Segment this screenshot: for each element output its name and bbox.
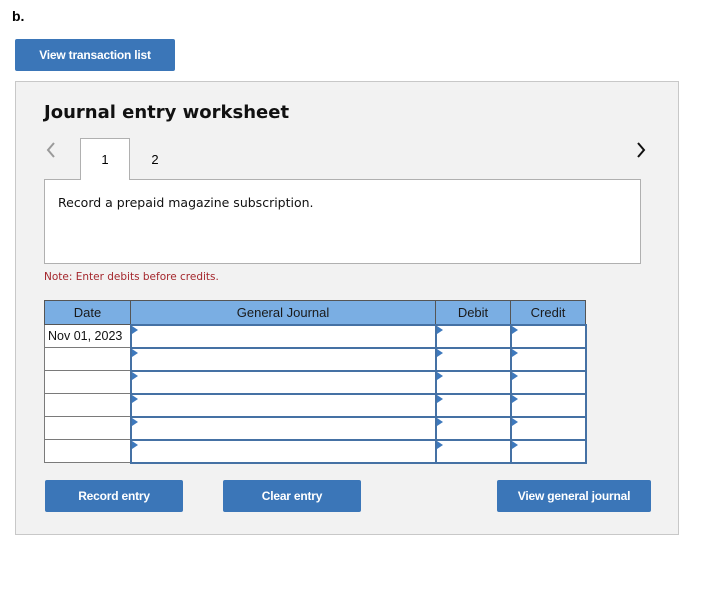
dropdown-marker-icon [131, 371, 138, 380]
credit-input[interactable] [509, 438, 587, 464]
header-credit: Credit [510, 300, 586, 325]
header-general-journal: General Journal [130, 300, 436, 325]
header-date: Date [44, 300, 131, 325]
account-input[interactable] [129, 415, 437, 441]
dropdown-marker-icon [436, 325, 443, 334]
part-label: b. [12, 8, 25, 24]
prev-entry-button[interactable] [46, 142, 56, 158]
view-general-journal-button[interactable]: View general journal [497, 480, 651, 512]
tab-entry-1[interactable]: 1 [80, 138, 130, 180]
account-input[interactable] [129, 438, 437, 464]
record-entry-button[interactable]: Record entry [45, 480, 183, 512]
table-row [44, 415, 587, 441]
debit-input[interactable] [434, 438, 512, 464]
table-header-row: Date General Journal Debit Credit [44, 300, 586, 325]
tab-entry-2[interactable]: 2 [130, 138, 180, 180]
tab-label: 1 [101, 152, 109, 167]
date-cell [44, 416, 131, 440]
header-debit: Debit [435, 300, 511, 325]
account-input[interactable] [129, 346, 437, 372]
journal-entry-worksheet: Journal entry worksheet 1 2 Record a pre… [15, 81, 679, 535]
debit-input[interactable] [434, 323, 512, 349]
dropdown-marker-icon [511, 325, 518, 334]
dropdown-marker-icon [131, 417, 138, 426]
chevron-right-icon [636, 142, 646, 158]
dropdown-marker-icon [436, 394, 443, 403]
credit-input[interactable] [509, 323, 587, 349]
date-cell: Nov 01, 2023 [44, 324, 131, 348]
tab-label: 2 [151, 151, 159, 167]
credit-input[interactable] [509, 392, 587, 418]
date-cell [44, 347, 131, 371]
account-input[interactable] [129, 369, 437, 395]
account-input[interactable] [129, 323, 437, 349]
dropdown-marker-icon [511, 417, 518, 426]
date-cell [44, 439, 131, 463]
dropdown-marker-icon [511, 348, 518, 357]
prompt-box: Record a prepaid magazine subscription. [44, 179, 641, 264]
credit-input[interactable] [509, 346, 587, 372]
clear-entry-button[interactable]: Clear entry [223, 480, 361, 512]
view-transaction-list-button[interactable]: View transaction list [15, 39, 175, 71]
dropdown-marker-icon [131, 440, 138, 449]
journal-table: Date General Journal Debit Credit Nov 01… [44, 300, 587, 464]
table-row: Nov 01, 2023 [44, 323, 587, 349]
table-row [44, 346, 587, 372]
dropdown-marker-icon [511, 394, 518, 403]
chevron-left-icon [46, 142, 56, 158]
dropdown-marker-icon [511, 371, 518, 380]
dropdown-marker-icon [511, 440, 518, 449]
debit-input[interactable] [434, 415, 512, 441]
dropdown-marker-icon [131, 348, 138, 357]
dropdown-marker-icon [436, 371, 443, 380]
debit-input[interactable] [434, 346, 512, 372]
table-row [44, 369, 587, 395]
dropdown-marker-icon [436, 348, 443, 357]
debit-input[interactable] [434, 392, 512, 418]
account-input[interactable] [129, 392, 437, 418]
prompt-text: Record a prepaid magazine subscription. [58, 195, 314, 210]
next-entry-button[interactable] [636, 142, 646, 158]
debit-input[interactable] [434, 369, 512, 395]
table-row [44, 438, 587, 464]
credit-input[interactable] [509, 415, 587, 441]
credit-input[interactable] [509, 369, 587, 395]
worksheet-title: Journal entry worksheet [44, 102, 290, 123]
table-row [44, 392, 587, 418]
note-text: Note: Enter debits before credits. [44, 271, 219, 283]
dropdown-marker-icon [436, 417, 443, 426]
dropdown-marker-icon [436, 440, 443, 449]
date-cell [44, 370, 131, 394]
dropdown-marker-icon [131, 394, 138, 403]
date-cell [44, 393, 131, 417]
dropdown-marker-icon [131, 325, 138, 334]
